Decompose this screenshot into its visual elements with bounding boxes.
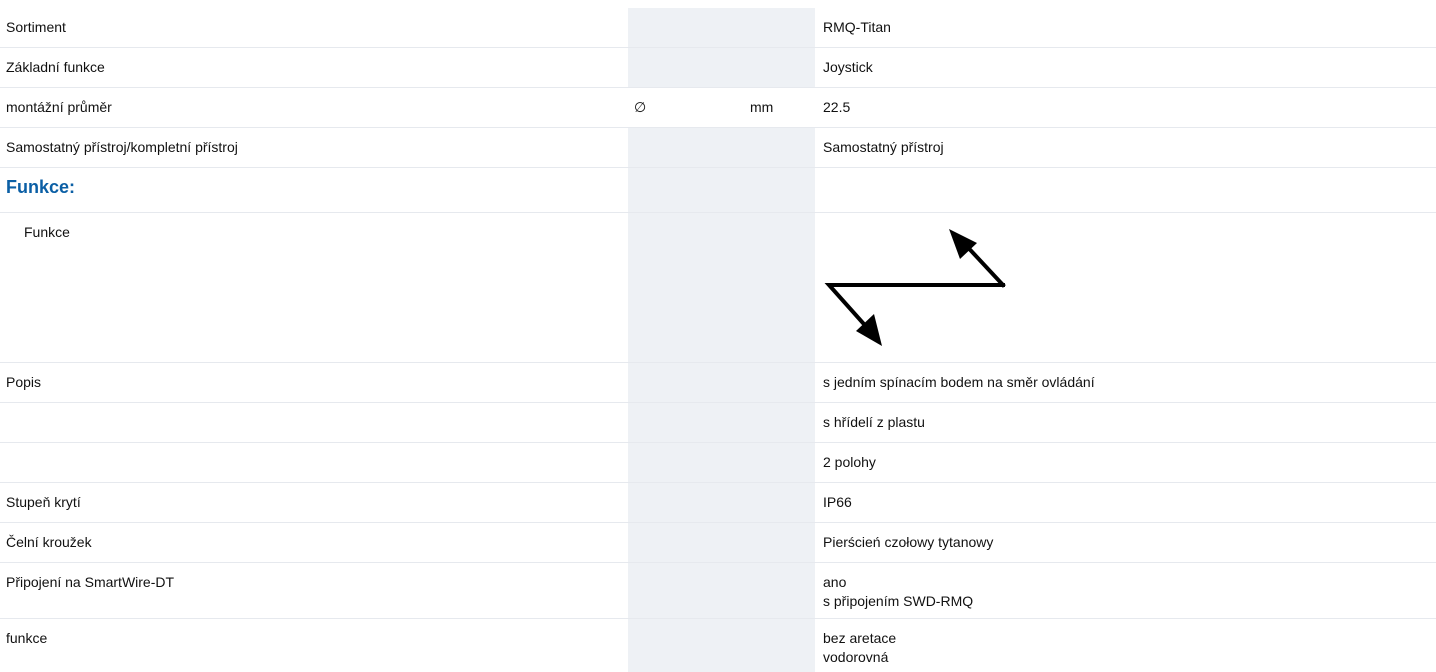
row-symbol xyxy=(628,363,744,402)
row-unit xyxy=(744,619,815,672)
row-symbol xyxy=(628,403,744,442)
row-symbol xyxy=(628,483,744,522)
row-symbol xyxy=(628,8,744,47)
row-label xyxy=(0,443,628,482)
table-row: 2 polohy xyxy=(0,443,1436,483)
row-value: 22.5 xyxy=(823,99,851,115)
row-symbol xyxy=(628,523,744,562)
row-unit xyxy=(744,168,815,212)
row-value: IP66 xyxy=(823,494,852,510)
function-symbol-cell xyxy=(815,213,1436,363)
row-symbol xyxy=(628,128,744,167)
row-symbol xyxy=(628,563,744,618)
row-unit xyxy=(744,48,815,87)
row-symbol xyxy=(628,168,744,212)
row-label: Funkce xyxy=(24,224,70,240)
row-symbol xyxy=(628,443,744,482)
row-value: RMQ-Titan xyxy=(823,19,891,35)
table-row: Popis s jedním spínacím bodem na směr ov… xyxy=(0,363,1436,403)
row-symbol xyxy=(628,48,744,87)
section-row: Funkce: xyxy=(0,168,1436,213)
value-line: vodorovná xyxy=(823,649,889,665)
table-row: Samostatný přístroj/kompletní přístroj S… xyxy=(0,128,1436,168)
row-unit xyxy=(744,403,815,442)
value-line: bez aretace xyxy=(823,630,897,646)
unit-mm: mm xyxy=(744,88,815,127)
table-row: Připojení na SmartWire-DT ano s připojen… xyxy=(0,563,1436,619)
row-label: Popis xyxy=(6,374,42,390)
row-label: montážní průměr xyxy=(6,99,112,115)
diameter-symbol: ∅ xyxy=(628,88,744,127)
row-symbol xyxy=(628,619,744,672)
row-label xyxy=(0,403,628,442)
value-line: s připojením SWD-RMQ xyxy=(823,593,974,609)
table-row: Sortiment RMQ-Titan xyxy=(0,8,1436,48)
row-label: Základní funkce xyxy=(6,59,105,75)
row-label: Samostatný přístroj/kompletní přístroj xyxy=(6,139,238,155)
row-value: s hřídelí z plastu xyxy=(823,414,925,430)
spec-table: Sortiment RMQ-Titan Základní funkce Joys… xyxy=(0,8,1436,672)
row-unit xyxy=(744,483,815,522)
section-title-funkce: Funkce: xyxy=(6,177,76,197)
row-value: Samostatný přístroj xyxy=(823,139,944,155)
row-label: funkce xyxy=(6,630,48,646)
row-unit xyxy=(744,523,815,562)
table-row: Stupeň krytí IP66 xyxy=(0,483,1436,523)
row-unit xyxy=(744,128,815,167)
row-label: Sortiment xyxy=(6,19,66,35)
row-unit xyxy=(744,213,815,362)
row-value: s jedním spínacím bodem na směr ovládání xyxy=(823,374,1095,390)
row-value xyxy=(815,168,1436,212)
value-line: ano xyxy=(823,574,847,590)
row-unit xyxy=(744,443,815,482)
row-unit xyxy=(744,8,815,47)
two-diagonal-arrows-icon xyxy=(824,229,1006,346)
row-label: Připojení na SmartWire-DT xyxy=(6,574,175,590)
table-row: funkce bez aretace vodorovná xyxy=(0,619,1436,672)
row-label: Čelní kroužek xyxy=(6,534,92,550)
row-unit xyxy=(744,563,815,618)
table-row: Funkce xyxy=(0,213,1436,363)
table-row: s hřídelí z plastu xyxy=(0,403,1436,443)
row-value: ano s připojením SWD-RMQ xyxy=(815,563,1436,618)
row-value: bez aretace vodorovná xyxy=(815,619,1436,672)
row-value: Joystick xyxy=(823,59,873,75)
row-label: Stupeň krytí xyxy=(6,494,81,510)
table-row: montážní průměr ∅ mm 22.5 xyxy=(0,88,1436,128)
row-unit xyxy=(744,363,815,402)
table-row: Základní funkce Joystick xyxy=(0,48,1436,88)
row-symbol xyxy=(628,213,744,362)
row-value: 2 polohy xyxy=(823,454,876,470)
row-value: Pierścień czołowy tytanowy xyxy=(823,534,994,550)
table-row: Čelní kroužek Pierścień czołowy tytanowy xyxy=(0,523,1436,563)
